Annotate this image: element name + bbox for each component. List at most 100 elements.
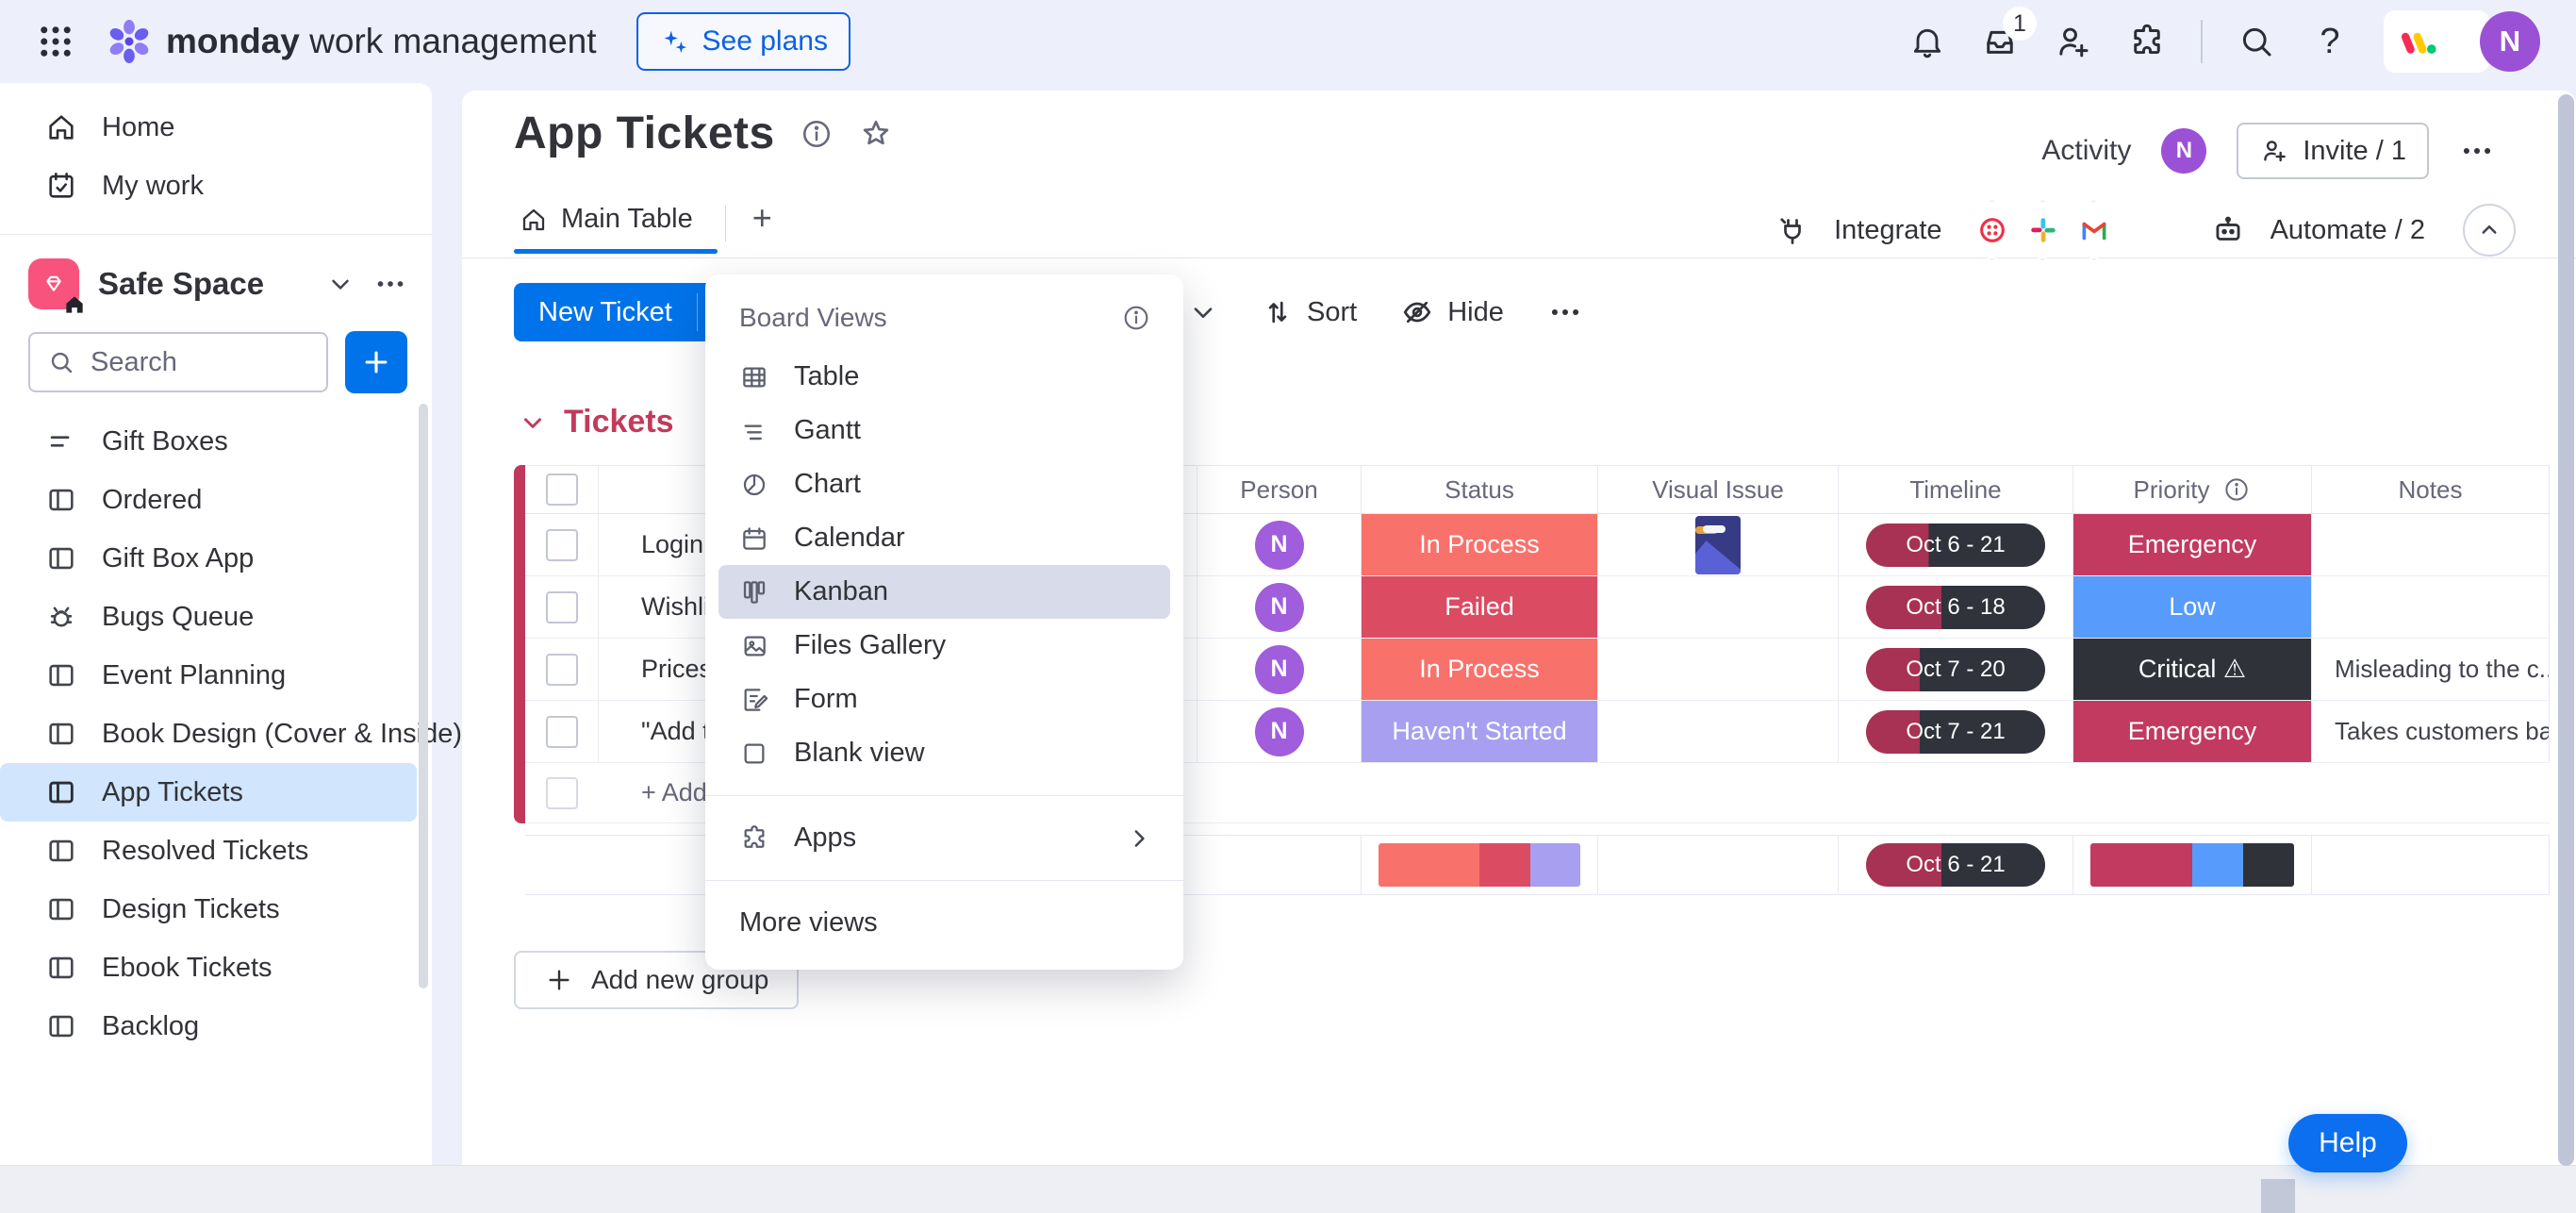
help-button[interactable]: Help: [2288, 1114, 2407, 1172]
menu-item-apps[interactable]: Apps: [718, 811, 1170, 865]
toolbar-more-options-icon[interactable]: [1547, 294, 1583, 330]
visual-issue-cell[interactable]: [1598, 639, 1839, 700]
person-cell[interactable]: N: [1197, 639, 1362, 700]
person-column-header[interactable]: Person: [1197, 466, 1362, 513]
help-question-icon[interactable]: ?: [2310, 22, 2350, 62]
status-column-header[interactable]: Status: [1362, 466, 1598, 513]
status-cell[interactable]: Failed: [1362, 576, 1598, 638]
user-avatar[interactable]: N: [2480, 11, 2540, 72]
sidebar-item-ebook-tickets[interactable]: Ebook Tickets: [0, 939, 417, 997]
board-info-icon[interactable]: [800, 117, 834, 151]
summary-status-cell[interactable]: [1362, 836, 1598, 894]
status-cell[interactable]: Haven't Started: [1362, 701, 1598, 762]
timeline-cell[interactable]: Oct 7 - 20: [1839, 639, 2073, 700]
invite-button[interactable]: Invite / 1: [2237, 123, 2429, 179]
visual-issue-thumbnail[interactable]: [1695, 515, 1741, 574]
visual-issue-column-header[interactable]: Visual Issue: [1598, 466, 1839, 513]
visual-issue-cell[interactable]: [1598, 576, 1839, 638]
add-board-button[interactable]: [345, 331, 407, 393]
workspace-chevron-down-icon[interactable]: [326, 270, 355, 298]
priority-cell[interactable]: Emergency: [2073, 701, 2312, 762]
sidebar-item-event-planning[interactable]: Event Planning: [0, 646, 417, 705]
timeline-cell[interactable]: Oct 7 - 21: [1839, 701, 2073, 762]
sidebar-item-ordered[interactable]: Ordered: [0, 471, 417, 529]
horizontal-scrollbar-piece[interactable]: [2261, 1179, 2295, 1213]
menu-item-gantt[interactable]: Gantt: [718, 404, 1170, 457]
board-views-info-icon[interactable]: [1121, 303, 1151, 333]
row-checkbox[interactable]: [545, 653, 578, 686]
vertical-scrollbar[interactable]: [2558, 94, 2574, 1166]
timeline-column-header[interactable]: Timeline: [1839, 466, 2073, 513]
timeline-cell[interactable]: Oct 6 - 18: [1839, 576, 2073, 638]
menu-item-files-gallery[interactable]: Files Gallery: [718, 619, 1170, 673]
apps-marketplace-icon[interactable]: [2127, 22, 2167, 61]
sidebar-item-gift-box-app[interactable]: Gift Box App: [0, 529, 417, 588]
person-filter-chevron-icon[interactable]: [1188, 297, 1218, 327]
sidebar-item-design-tickets[interactable]: Design Tickets: [0, 880, 417, 939]
group-collapse-chevron-icon[interactable]: [519, 408, 547, 437]
apps-grid-icon[interactable]: [36, 22, 75, 61]
workspace-switcher[interactable]: Safe Space: [0, 250, 432, 318]
collapse-header-button[interactable]: [2463, 204, 2516, 257]
sidebar-item-backlog[interactable]: Backlog: [0, 997, 417, 1055]
sidebar-item-resolved-tickets[interactable]: Resolved Tickets: [0, 822, 417, 880]
status-cell[interactable]: In Process: [1362, 514, 1598, 575]
row-checkbox[interactable]: [545, 715, 578, 748]
sort-button[interactable]: Sort: [1262, 296, 1357, 328]
priority-cell[interactable]: Emergency: [2073, 514, 2312, 575]
sidebar-item-app-tickets[interactable]: App Tickets: [0, 763, 417, 822]
notes-cell[interactable]: [2312, 576, 2550, 638]
favorite-star-icon[interactable]: [858, 116, 894, 152]
account-area[interactable]: N: [2384, 10, 2540, 73]
priority-cell[interactable]: Low: [2073, 576, 2312, 638]
activity-label[interactable]: Activity: [2041, 135, 2131, 167]
menu-item-kanban[interactable]: Kanban: [718, 565, 1170, 619]
menu-item-table[interactable]: Table: [718, 350, 1170, 404]
notes-cell[interactable]: [2312, 514, 2550, 575]
see-plans-button[interactable]: See plans: [636, 12, 850, 71]
activity-avatar[interactable]: N: [2161, 128, 2207, 174]
hide-button[interactable]: Hide: [1400, 295, 1504, 329]
person-cell[interactable]: N: [1197, 576, 1362, 638]
sidebar-item-gift-boxes[interactable]: Gift Boxes: [0, 412, 417, 471]
invite-members-icon[interactable]: [2054, 22, 2093, 61]
monday-logo[interactable]: monday work management: [104, 16, 597, 67]
menu-item-blank-view[interactable]: Blank view: [718, 726, 1170, 780]
menu-item-form[interactable]: Form: [718, 673, 1170, 726]
notes-cell[interactable]: Misleading to the c...: [2312, 639, 2550, 700]
menu-item-calendar[interactable]: Calendar: [718, 511, 1170, 565]
group-title[interactable]: Tickets: [564, 404, 674, 440]
integrate-label[interactable]: Integrate: [1834, 215, 1941, 246]
menu-item-more-views[interactable]: More views: [705, 896, 1183, 949]
summary-timeline-cell[interactable]: Oct 6 - 21: [1839, 836, 2073, 894]
workspace-more-options-icon[interactable]: [373, 267, 407, 301]
timeline-cell[interactable]: Oct 6 - 21: [1839, 514, 2073, 575]
notes-column-header[interactable]: Notes: [2312, 466, 2550, 513]
row-checkbox[interactable]: [545, 590, 578, 623]
sidebar-item-my-work[interactable]: My work: [0, 157, 417, 215]
sidebar-search-input[interactable]: Search: [28, 332, 328, 392]
priority-column-header[interactable]: Priority: [2073, 466, 2312, 513]
sidebar-scrollbar[interactable]: [419, 404, 428, 989]
priority-cell[interactable]: Critical ⚠: [2073, 639, 2312, 700]
notes-cell[interactable]: Takes customers ba...: [2312, 701, 2550, 762]
inbox-icon[interactable]: 1: [1980, 7, 2037, 61]
sidebar-item-home[interactable]: Home: [0, 98, 417, 157]
search-icon[interactable]: [2237, 22, 2276, 61]
automate-label[interactable]: Automate / 2: [2271, 215, 2425, 246]
board-more-options-icon[interactable]: [2459, 133, 2495, 169]
summary-priority-cell[interactable]: [2073, 836, 2312, 894]
visual-issue-cell[interactable]: [1598, 701, 1839, 762]
priority-info-icon[interactable]: [2222, 475, 2251, 504]
status-cell[interactable]: In Process: [1362, 639, 1598, 700]
sidebar-item-bugs-queue[interactable]: Bugs Queue: [0, 588, 417, 646]
person-cell[interactable]: N: [1197, 514, 1362, 575]
sidebar-item-book-design[interactable]: Book Design (Cover & Inside): [0, 705, 462, 763]
visual-issue-cell[interactable]: [1598, 514, 1839, 575]
menu-item-chart[interactable]: Chart: [718, 457, 1170, 511]
select-all-checkbox[interactable]: [545, 474, 578, 506]
row-checkbox[interactable]: [545, 528, 578, 561]
person-cell[interactable]: N: [1197, 701, 1362, 762]
add-view-tab-button[interactable]: +: [734, 196, 772, 238]
tab-main-table[interactable]: Main Table: [514, 196, 718, 254]
